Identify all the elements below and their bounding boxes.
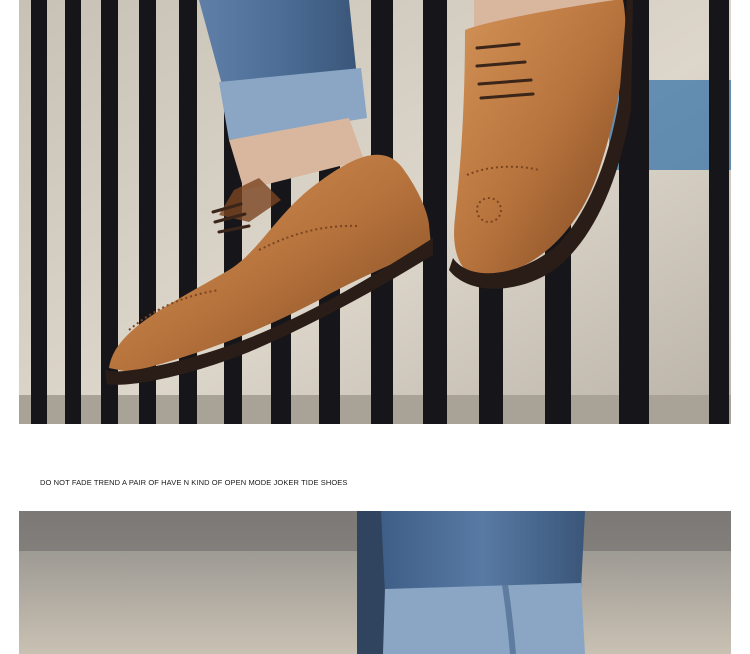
- caption-text: DO NOT FADE TREND A PAIR OF HAVE N KIND …: [40, 478, 348, 487]
- jeans-closeup-image: [19, 511, 731, 654]
- jeans-cuff: [383, 583, 585, 654]
- shoes-on-fence-image: [19, 0, 731, 424]
- product-photo-bottom: [19, 511, 731, 654]
- product-photo-top: [19, 0, 731, 424]
- jeans-leg: [381, 511, 585, 593]
